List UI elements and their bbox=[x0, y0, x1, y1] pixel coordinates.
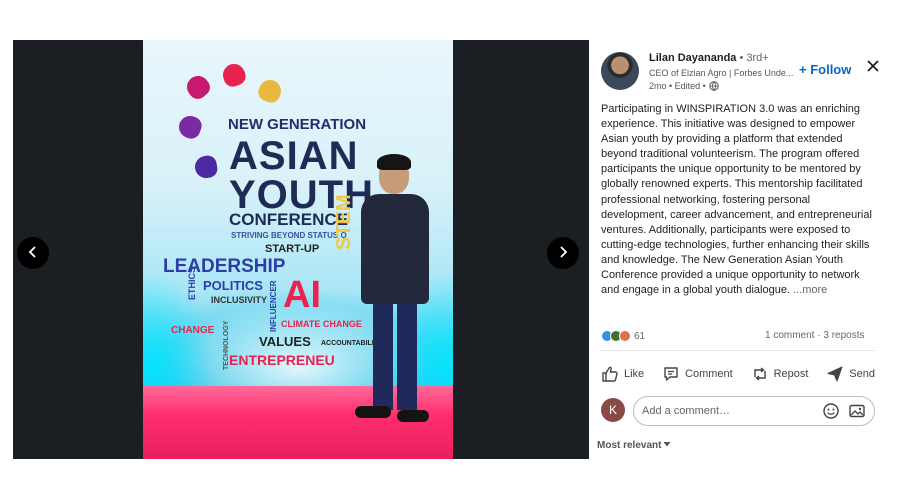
see-more-link[interactable]: ...more bbox=[793, 284, 827, 296]
comment-button[interactable]: Comment bbox=[658, 362, 737, 386]
poster-values: VALUES bbox=[259, 334, 311, 349]
comment-icon bbox=[662, 365, 680, 383]
poster-new-generation: NEW GENERATION bbox=[228, 116, 367, 133]
poster-startup: START-UP bbox=[265, 243, 320, 255]
next-image-button[interactable] bbox=[547, 237, 579, 269]
poster-conference: CONFERENCE bbox=[229, 210, 349, 229]
current-user-avatar[interactable]: K bbox=[601, 398, 625, 422]
connection-degree: 3rd+ bbox=[746, 52, 769, 64]
send-label: Send bbox=[849, 368, 875, 380]
repost-icon bbox=[751, 365, 769, 383]
chevron-left-icon bbox=[26, 242, 40, 265]
follow-button[interactable]: + Follow bbox=[799, 62, 851, 77]
close-icon bbox=[865, 58, 881, 74]
send-icon bbox=[826, 365, 844, 383]
author-line: Lilan Dayananda • 3rd+ bbox=[649, 52, 769, 64]
person-figure bbox=[355, 154, 435, 422]
action-bar: Like Comment Repost Send bbox=[597, 362, 879, 386]
logo-figure-red bbox=[219, 60, 249, 90]
poster-ethics: ETHICS bbox=[187, 266, 197, 300]
logo-figure-yellow bbox=[255, 76, 285, 106]
repost-label: Repost bbox=[773, 368, 809, 380]
send-button[interactable]: Send bbox=[822, 362, 879, 386]
logo-figure-pink bbox=[182, 71, 214, 103]
comment-label: Comment bbox=[685, 368, 733, 380]
sort-dropdown[interactable]: Most relevant bbox=[597, 440, 671, 451]
poster-stem: STEM bbox=[333, 194, 355, 250]
poster-change: CHANGE bbox=[171, 325, 215, 336]
globe-icon bbox=[709, 81, 719, 91]
poster-entrepreneurship: ENTREPRENEU bbox=[229, 352, 335, 368]
post-modal: NEW GENERATION ASIAN YOUTH CONFERENCE ST… bbox=[0, 0, 900, 499]
comment-input[interactable] bbox=[642, 405, 814, 417]
divider bbox=[601, 350, 875, 351]
poster-politics: POLITICS bbox=[203, 278, 263, 293]
close-button[interactable] bbox=[865, 58, 881, 74]
poster-ai: AI bbox=[283, 274, 321, 316]
image-icon[interactable] bbox=[848, 402, 866, 420]
separator-dot: • bbox=[739, 52, 744, 64]
sort-label: Most relevant bbox=[597, 440, 662, 451]
post-detail-panel: Lilan Dayananda • 3rd+ CEO of Elzian Agr… bbox=[589, 40, 887, 499]
chevron-right-icon bbox=[556, 242, 570, 265]
poster-technology: TECHNOLOGY bbox=[223, 320, 230, 370]
post-photo: NEW GENERATION ASIAN YOUTH CONFERENCE ST… bbox=[143, 40, 453, 459]
reactions-summary[interactable]: 61 bbox=[601, 330, 645, 342]
comments-reposts-count[interactable]: 1 comment · 3 reposts bbox=[765, 330, 864, 341]
thumbs-up-icon bbox=[601, 365, 619, 383]
poster-climate-change: CLIMATE CHANGE bbox=[281, 319, 362, 329]
like-label: Like bbox=[624, 368, 645, 380]
logo-figure-violet bbox=[193, 154, 219, 180]
poster-inclusivity: INCLUSIVITY bbox=[211, 295, 268, 305]
author-avatar[interactable] bbox=[601, 52, 639, 90]
like-button[interactable]: Like bbox=[597, 362, 648, 386]
previous-image-button[interactable] bbox=[17, 237, 49, 269]
comment-box bbox=[633, 396, 875, 426]
poster-leadership: LEADERSHIP bbox=[163, 256, 286, 277]
poster-striving: STRIVING BEYOND STATUS Q bbox=[231, 231, 347, 240]
reaction-count: 61 bbox=[634, 330, 646, 342]
repost-button[interactable]: Repost bbox=[747, 362, 813, 386]
emoji-icon[interactable] bbox=[822, 402, 840, 420]
author-name[interactable]: Lilan Dayananda bbox=[649, 52, 736, 64]
post-meta: 2mo • Edited • bbox=[649, 81, 719, 91]
post-text: Participating in WINSPIRATION 3.0 was an… bbox=[601, 103, 872, 297]
post-body: Participating in WINSPIRATION 3.0 was an… bbox=[601, 102, 879, 298]
poster-influencer: INFLUENCER bbox=[269, 280, 278, 332]
love-reaction-icon bbox=[619, 330, 631, 342]
image-viewer: NEW GENERATION ASIAN YOUTH CONFERENCE ST… bbox=[13, 40, 589, 459]
author-headline: CEO of Elzian Agro | Forbes Unde... bbox=[649, 68, 794, 78]
logo-figure-purple bbox=[175, 112, 205, 142]
post-time: 2mo • Edited • bbox=[649, 81, 706, 91]
caret-down-icon bbox=[663, 440, 671, 451]
